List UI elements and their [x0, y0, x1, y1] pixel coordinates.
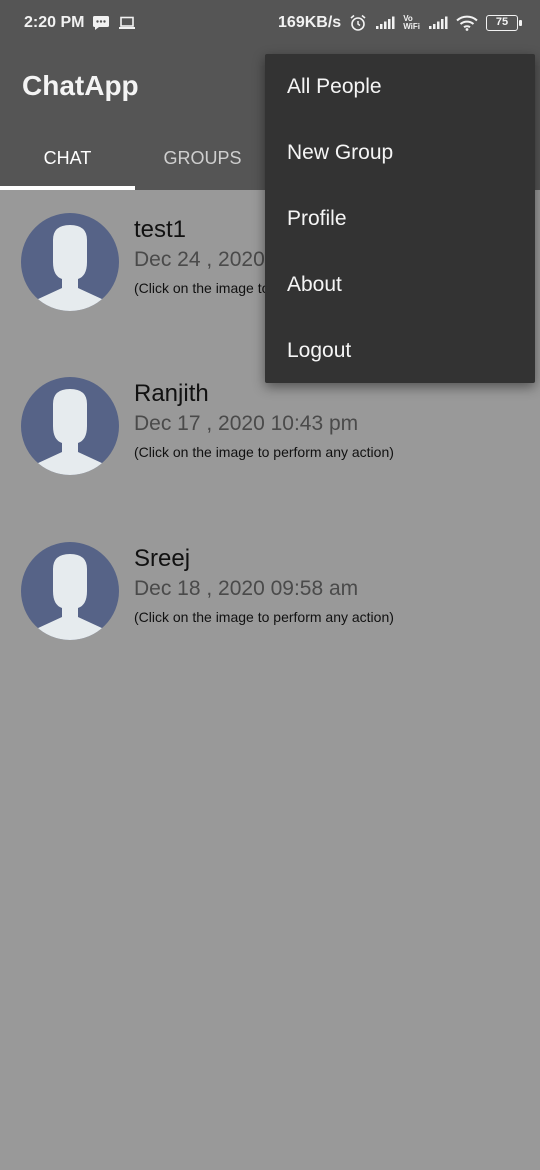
chat-hint: (Click on the image to [134, 280, 270, 296]
tab-groups[interactable]: GROUPS [135, 134, 270, 190]
status-bar: 2:20 PM 169KB/s Vo WiFi 75 [0, 0, 540, 48]
person-icon [21, 542, 119, 640]
overflow-menu: All People New Group Profile About Logou… [265, 54, 535, 383]
menu-item-profile[interactable]: Profile [265, 186, 535, 252]
alarm-icon [349, 14, 367, 32]
avatar[interactable] [20, 541, 120, 641]
tab-chat[interactable]: CHAT [0, 134, 135, 190]
status-time: 2:20 PM [24, 14, 85, 31]
signal-icon [375, 16, 395, 30]
menu-item-logout[interactable]: Logout [265, 318, 535, 384]
person-icon [21, 377, 119, 475]
chat-name: test1 [134, 216, 187, 243]
chat-name: Ranjith [134, 380, 209, 407]
screen: 2:20 PM 169KB/s Vo WiFi 75 ChatApp CHAT … [0, 0, 540, 1170]
chat-date: Dec 18 , 2020 09:58 am [134, 577, 359, 600]
chat-name: Sreej [134, 545, 191, 572]
wifi-icon [456, 15, 478, 31]
signal-icon [428, 16, 448, 30]
menu-item-new-group[interactable]: New Group [265, 120, 535, 186]
menu-item-about[interactable]: About [265, 252, 535, 318]
chat-date: Dec 24 , 2020 [134, 248, 265, 271]
laptop-icon [118, 16, 136, 30]
status-left: 2:20 PM [24, 14, 136, 32]
message-icon [92, 15, 110, 31]
app-title: ChatApp [22, 70, 139, 101]
avatar[interactable] [20, 376, 120, 476]
avatar[interactable] [20, 212, 120, 312]
vowifi-indicator: Vo WiFi [403, 14, 420, 31]
chat-hint: (Click on the image to perform any actio… [134, 609, 394, 625]
battery-icon: 75 [486, 15, 522, 31]
chat-date: Dec 17 , 2020 10:43 pm [134, 412, 359, 435]
status-right: 169KB/s Vo WiFi 75 [278, 14, 522, 32]
chat-item-sreej[interactable]: Sreej Dec 18 , 2020 09:58 am (Click on t… [0, 519, 540, 669]
network-speed: 169KB/s [278, 14, 342, 31]
chat-hint: (Click on the image to perform any actio… [134, 444, 394, 460]
person-icon [21, 213, 119, 311]
menu-item-all-people[interactable]: All People [265, 54, 535, 120]
